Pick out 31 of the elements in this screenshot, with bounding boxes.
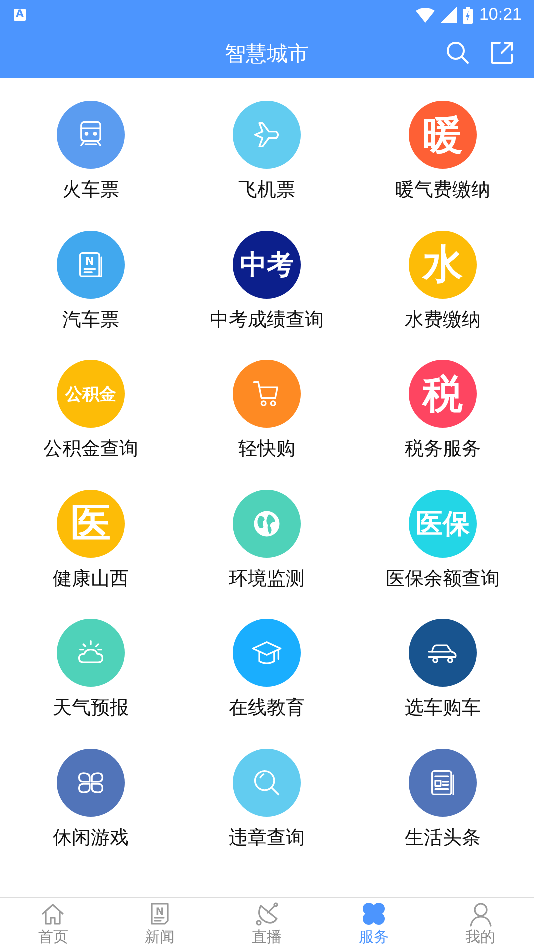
- person-icon[interactable]: [468, 901, 494, 927]
- wifi-icon: [416, 8, 436, 22]
- service-label[interactable]: 中考成绩查询: [210, 306, 324, 332]
- service-label[interactable]: 飞机票: [238, 177, 296, 203]
- service-icon[interactable]: 中考: [233, 230, 301, 298]
- service-label[interactable]: 健康山西: [53, 566, 129, 592]
- notification-icon: A: [14, 9, 26, 21]
- service-label[interactable]: 休闲游戏: [53, 824, 129, 850]
- service-label[interactable]: 轻快购: [238, 436, 296, 462]
- service-label[interactable]: 选车购车: [405, 695, 481, 721]
- service-label[interactable]: 在线教育: [229, 695, 305, 721]
- home-icon[interactable]: [40, 901, 66, 927]
- service-label[interactable]: 火车票: [62, 177, 120, 203]
- service-label[interactable]: 税务服务: [405, 436, 481, 462]
- signal-icon: [441, 7, 458, 23]
- service-label[interactable]: 医保余额查询: [386, 566, 500, 592]
- search-icon[interactable]: [446, 41, 470, 65]
- service-label[interactable]: 生活头条: [405, 824, 481, 850]
- service-label[interactable]: 暖气费缴纳: [396, 177, 490, 203]
- service-label[interactable]: 天气预报: [53, 695, 129, 721]
- service-label[interactable]: 公积金查询: [44, 436, 138, 462]
- service-label[interactable]: 违章查询: [229, 824, 305, 850]
- service-label[interactable]: 汽车票: [62, 306, 120, 332]
- app-title: 智慧城市: [225, 41, 309, 68]
- service-label[interactable]: 水费缴纳: [405, 306, 481, 332]
- clock-time: 10:21: [479, 5, 522, 25]
- battery-icon: [463, 6, 474, 24]
- service-label[interactable]: 环境监测: [229, 566, 305, 592]
- clover-icon[interactable]: [360, 901, 387, 927]
- share-icon[interactable]: [490, 41, 514, 65]
- satellite-dish-icon[interactable]: [254, 901, 280, 927]
